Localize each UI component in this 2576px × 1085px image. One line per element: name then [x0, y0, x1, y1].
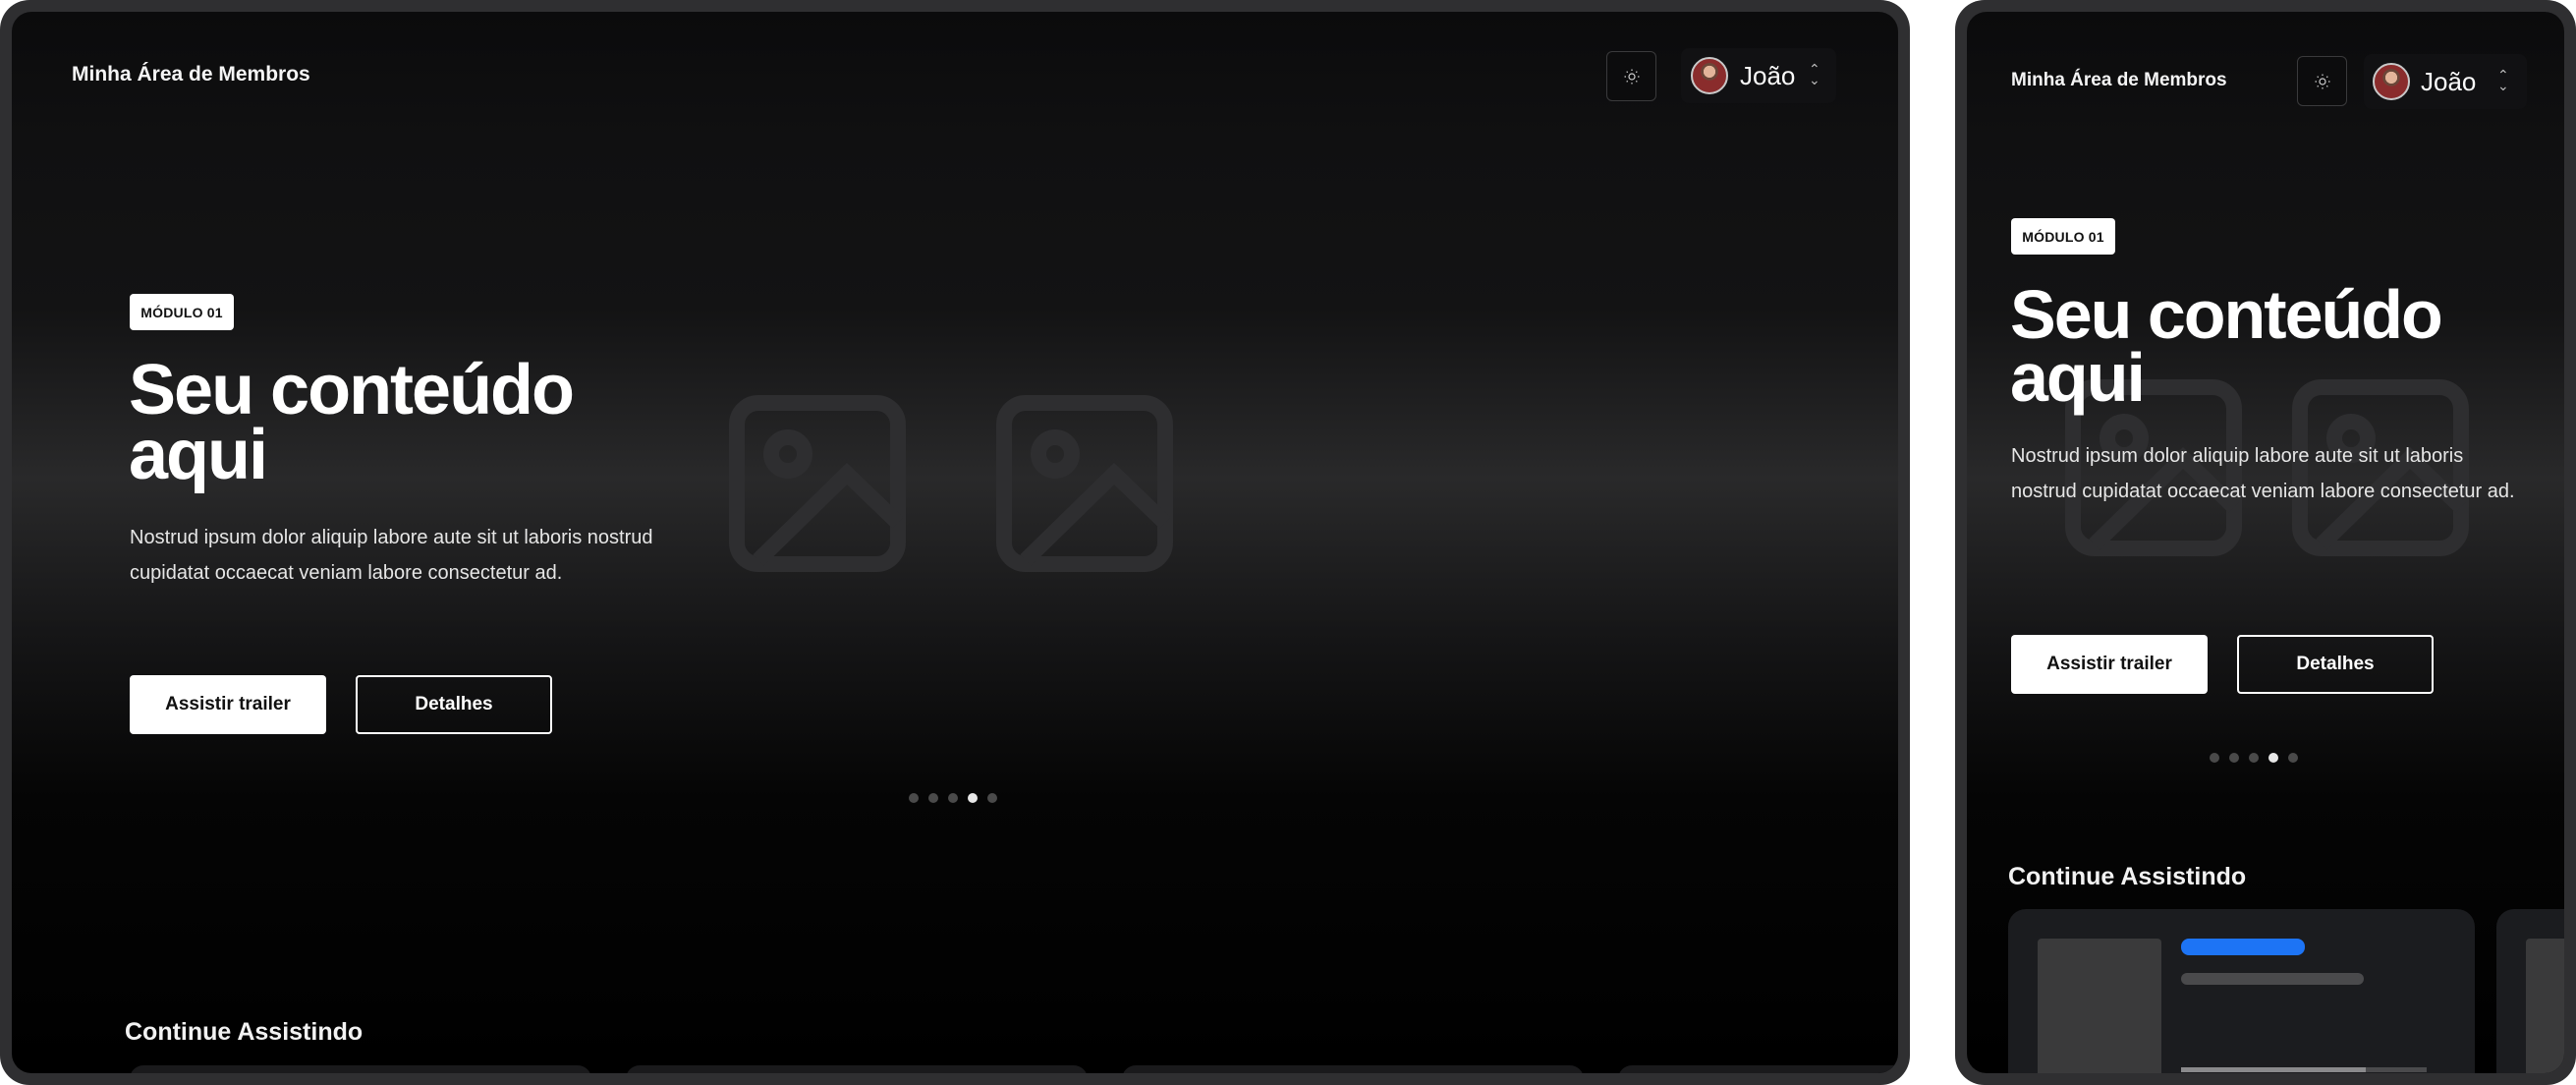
brand-title[interactable]: Minha Área de Membros — [72, 63, 310, 86]
card-progress-fill — [2181, 1067, 2366, 1072]
continue-card[interactable] — [1618, 1065, 1898, 1073]
carousel-dot[interactable] — [2288, 753, 2298, 763]
image-placeholder-icon — [996, 395, 1173, 572]
card-tag — [2181, 939, 2305, 955]
desktop-screen: Minha Área de Membros João ⌃ ⌄ MÓDULO 01 … — [12, 12, 1898, 1073]
card-title-placeholder — [2181, 973, 2364, 985]
card-thumbnail — [2526, 939, 2564, 1073]
hero-title-line1: Seu conteúdo — [2010, 276, 2443, 353]
hero-description: Nostrud ipsum dolor aliquip labore aute … — [2011, 445, 2515, 502]
continue-card[interactable] — [2496, 909, 2564, 1073]
mobile-header: Minha Área de Membros João ⌃ ⌄ — [1967, 12, 2564, 110]
user-avatar — [1691, 57, 1728, 94]
continue-card[interactable] — [626, 1065, 1088, 1073]
carousel-dot[interactable] — [2249, 753, 2259, 763]
theme-toggle-button[interactable] — [2297, 56, 2347, 106]
module-badge: MÓDULO 01 — [130, 294, 234, 330]
sun-icon — [1624, 69, 1639, 84]
image-placeholder-icon — [729, 395, 906, 572]
carousel-dot[interactable] — [948, 793, 958, 803]
card-thumbnail — [2038, 939, 2161, 1073]
carousel-dot[interactable] — [928, 793, 938, 803]
carousel-dot[interactable] — [2229, 753, 2239, 763]
carousel-dot-active[interactable] — [968, 793, 978, 803]
hero-title-line2: aqui — [2010, 339, 2146, 416]
theme-toggle-button[interactable] — [1606, 51, 1656, 101]
details-button[interactable]: Detalhes — [2237, 635, 2434, 694]
carousel-dots — [909, 793, 997, 803]
user-avatar — [2373, 63, 2410, 100]
details-button[interactable]: Detalhes — [356, 675, 552, 734]
mobile-frame: Minha Área de Membros João ⌃ ⌄ MÓDULO 01 … — [1955, 0, 2576, 1085]
user-name: João — [1740, 61, 1796, 90]
continue-card[interactable] — [130, 1065, 591, 1073]
watch-trailer-button[interactable]: Assistir trailer — [2011, 635, 2208, 694]
chevron-updown-icon: ⌃ ⌄ — [1809, 61, 1820, 87]
brand-title[interactable]: Minha Área de Membros — [2011, 70, 2227, 91]
user-name: João — [2421, 67, 2477, 96]
hero-title: Seu conteúdo aqui — [129, 351, 575, 494]
watch-trailer-button[interactable]: Assistir trailer — [130, 675, 326, 734]
continue-card[interactable] — [2008, 909, 2475, 1073]
user-menu[interactable]: João ⌃ ⌄ — [1681, 48, 1836, 103]
chevron-updown-icon: ⌃ ⌄ — [2497, 67, 2509, 93]
sun-icon — [2315, 74, 2329, 88]
carousel-dots — [2210, 753, 2298, 763]
carousel-dot[interactable] — [909, 793, 919, 803]
card-progress-bar — [2181, 1067, 2427, 1072]
carousel-dot[interactable] — [2210, 753, 2219, 763]
desktop-header: Minha Área de Membros João ⌃ ⌄ — [12, 12, 1898, 110]
hero-title-line2: aqui — [129, 416, 268, 494]
mobile-screen: Minha Área de Membros João ⌃ ⌄ MÓDULO 01 … — [1967, 12, 2564, 1073]
hero-title: Seu conteúdo aqui — [2010, 276, 2443, 416]
module-badge: MÓDULO 01 — [2011, 218, 2115, 255]
user-menu[interactable]: João ⌃ ⌄ — [2364, 54, 2527, 109]
continue-card[interactable] — [1122, 1065, 1584, 1073]
continue-watching-title: Continue Assistindo — [125, 1018, 364, 1046]
desktop-frame: Minha Área de Membros João ⌃ ⌄ MÓDULO 01 … — [0, 0, 1910, 1085]
hero-description: Nostrud ipsum dolor aliquip labore aute … — [130, 527, 653, 584]
carousel-dot[interactable] — [987, 793, 997, 803]
hero-title-line1: Seu conteúdo — [129, 351, 575, 429]
continue-watching-title: Continue Assistindo — [2008, 863, 2247, 890]
carousel-dot-active[interactable] — [2268, 753, 2278, 763]
